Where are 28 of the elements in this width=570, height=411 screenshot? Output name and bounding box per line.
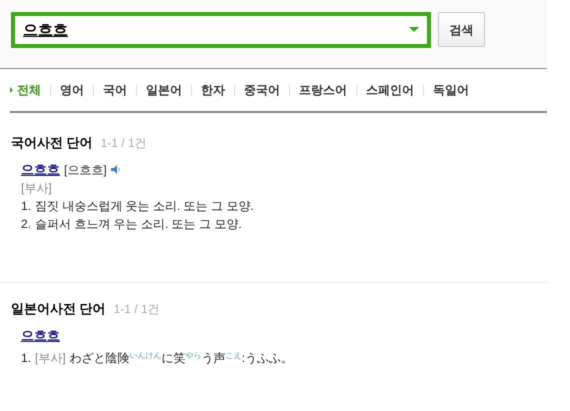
part-of-speech: [부사]: [21, 180, 53, 196]
definition-text: わざと陰険$^{いんけん}$に笑$^{やら}$う声$^{こえ}$:うふふ。: [70, 350, 294, 366]
headword-link[interactable]: 으흐흐: [21, 160, 60, 178]
search-field[interactable]: 으흐흐: [11, 12, 431, 48]
language-tab[interactable]: 일본어: [146, 81, 182, 99]
section-title: 일본어사전 단어: [11, 300, 106, 318]
speaker-icon[interactable]: [110, 165, 121, 174]
language-tab[interactable]: 영어: [60, 81, 84, 99]
language-tab[interactable]: 국어: [103, 81, 127, 99]
language-tab[interactable]: 중국어: [244, 81, 280, 99]
section-title: 국어사전 단어: [11, 134, 93, 152]
sense-number: 1.: [21, 198, 32, 214]
pronunciation: [으흐흐]: [64, 162, 107, 178]
search-button[interactable]: 검색: [438, 12, 485, 47]
dropdown-icon[interactable]: [409, 27, 419, 32]
part-of-speech: [부사]: [35, 350, 66, 366]
language-tab[interactable]: 스페인어: [366, 81, 414, 99]
sense-number: 1.: [21, 350, 32, 366]
headword-link[interactable]: 으흐흐: [21, 326, 60, 344]
result-count: 1-1 / 1건: [100, 135, 147, 152]
sense-number: 2.: [21, 216, 32, 232]
language-tab[interactable]: 한자: [201, 81, 225, 99]
definition-text: 짐짓 내숭스럽게 웃는 소리. 또는 그 모양.: [35, 198, 254, 214]
language-tab[interactable]: 프랑스어: [299, 81, 347, 99]
language-tab[interactable]: 전체: [17, 81, 41, 99]
language-tab[interactable]: 독일어: [433, 81, 469, 99]
definition-text: 슬퍼서 흐느껴 우는 소리. 또는 그 모양.: [35, 216, 242, 232]
result-count: 1-1 / 1건: [114, 301, 160, 318]
